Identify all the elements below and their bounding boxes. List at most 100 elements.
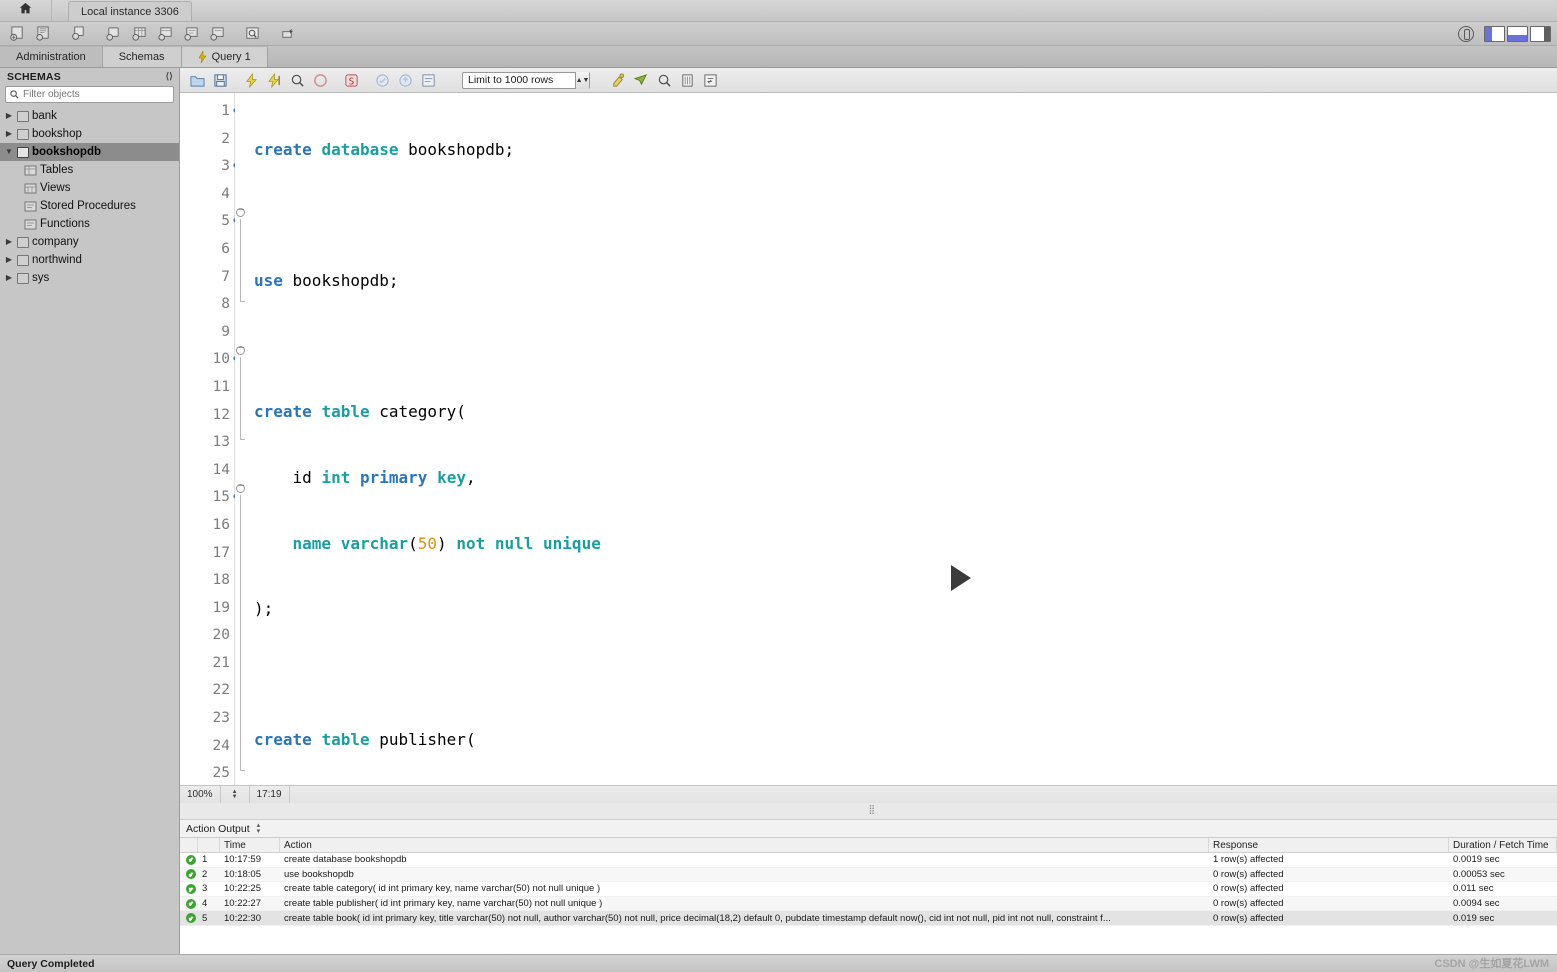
rollback-icon[interactable] <box>394 70 416 91</box>
svg-text:S: S <box>348 76 354 87</box>
toggle-sidebar-icon[interactable] <box>1484 26 1505 42</box>
toggle-invisible-chars-icon[interactable] <box>676 70 698 91</box>
new-function-icon[interactable] <box>204 23 230 45</box>
new-schema-icon[interactable] <box>100 23 126 45</box>
column-duration[interactable]: Duration / Fetch Time <box>1449 838 1557 852</box>
schema-filter-input[interactable] <box>23 89 169 100</box>
collapse-icon[interactable]: ⟨⟩ <box>166 71 173 82</box>
table-row[interactable]: 4 10:22:27 create table publisher( id in… <box>180 896 1557 912</box>
code-folding-column[interactable] <box>235 93 249 785</box>
commit-icon[interactable] <box>371 70 393 91</box>
stop-icon[interactable] <box>309 70 331 91</box>
tab-query-1[interactable]: Query 1 <box>181 46 268 67</box>
database-icon <box>17 110 29 122</box>
new-query-tab-icon[interactable] <box>65 23 91 45</box>
toggle-output-icon[interactable] <box>1507 26 1528 42</box>
sidebar-item-company[interactable]: ▶ company <box>0 233 179 251</box>
new-view-icon[interactable] <box>152 23 178 45</box>
success-icon <box>186 898 196 909</box>
toggle-stop-on-error-icon[interactable]: S <box>340 70 362 91</box>
execute-icon[interactable] <box>240 70 262 91</box>
sidebar-item-tables[interactable]: Tables <box>0 161 179 179</box>
database-icon <box>17 146 29 158</box>
column-response[interactable]: Response <box>1209 838 1449 852</box>
new-table-icon[interactable] <box>126 23 152 45</box>
workspace-tab-bar: Administration Schemas Query 1 <box>0 46 1557 68</box>
schema-filter-box[interactable] <box>5 86 174 103</box>
column-action[interactable]: Action <box>280 838 1209 852</box>
sidebar-item-bank[interactable]: ▶ bank <box>0 107 179 125</box>
row-duration: 0.00053 sec <box>1453 868 1505 880</box>
home-button[interactable] <box>0 0 52 21</box>
tab-administration[interactable]: Administration <box>0 46 103 67</box>
wrap-lines-icon[interactable] <box>699 70 721 91</box>
row-index: 2 <box>202 868 208 880</box>
procedures-icon <box>24 201 37 212</box>
chevron-down-icon[interactable]: ▲▼ <box>575 71 589 89</box>
sidebar-item-functions[interactable]: Functions <box>0 215 179 233</box>
sidebar-item-label: bank <box>32 110 57 122</box>
search-icon[interactable] <box>653 70 675 91</box>
code-line-8: ); <box>254 599 274 619</box>
row-response: 0 row(s) affected <box>1213 868 1284 880</box>
new-procedure-icon[interactable] <box>178 23 204 45</box>
find-icon[interactable] <box>630 70 652 91</box>
fold-toggle-icon[interactable] <box>236 204 245 217</box>
chevron-down-icon[interactable]: ▼ <box>4 143 14 161</box>
chevron-updown-icon[interactable]: ▴ ▾ <box>257 822 261 835</box>
chevron-right-icon[interactable]: ▶ <box>4 251 14 269</box>
execute-current-icon[interactable] <box>263 70 285 91</box>
chevron-right-icon[interactable]: ▶ <box>4 233 14 251</box>
line-number: 2 <box>221 130 230 147</box>
toggle-secondary-sidebar-icon[interactable] <box>1530 26 1551 42</box>
sidebar-item-bookshopdb[interactable]: ▼ bookshopdb <box>0 143 179 161</box>
row-action: create database bookshopdb <box>284 854 407 866</box>
row-time: 10:22:27 <box>224 898 261 910</box>
help-icon[interactable] <box>1458 26 1474 42</box>
sidebar-item-bookshop[interactable]: ▶ bookshop <box>0 125 179 143</box>
beautify-sql-icon[interactable] <box>607 70 629 91</box>
sidebar-item-label: northwind <box>32 254 82 266</box>
query-toolbar: S Limit to 1000 rows ▲▼ <box>180 68 1557 93</box>
database-icon <box>17 236 29 248</box>
table-row[interactable]: 2 10:18:05 use bookshopdb 0 row(s) affec… <box>180 867 1557 883</box>
table-row[interactable]: 5 10:22:30 create table book( id int pri… <box>180 911 1557 926</box>
row-duration: 0.019 sec <box>1453 912 1495 924</box>
limit-rows-select[interactable]: Limit to 1000 rows ▲▼ <box>462 71 590 89</box>
reconnect-server-icon[interactable] <box>274 23 300 45</box>
explain-icon[interactable] <box>286 70 308 91</box>
sidebar-item-views[interactable]: Views <box>0 179 179 197</box>
row-response: 0 row(s) affected <box>1213 912 1284 924</box>
column-time[interactable]: Time <box>220 838 280 852</box>
sidebar-item-stored-procedures[interactable]: Stored Procedures <box>0 197 179 215</box>
line-number: 9 <box>221 323 230 340</box>
sidebar-item-northwind[interactable]: ▶ northwind <box>0 251 179 269</box>
editor-zoom[interactable]: 100% <box>180 785 221 804</box>
code-lines[interactable]: create database bookshopdb; use bookshop… <box>249 93 1557 785</box>
table-row[interactable]: 3 10:22:25 create table category( id int… <box>180 882 1557 897</box>
open-sql-script-icon[interactable] <box>30 23 56 45</box>
search-table-data-icon[interactable] <box>239 23 265 45</box>
tab-schemas[interactable]: Schemas <box>102 46 182 67</box>
line-number: 14 <box>212 461 230 478</box>
chevron-right-icon[interactable]: ▶ <box>4 269 14 287</box>
chevron-right-icon[interactable]: ▶ <box>4 125 14 143</box>
open-script-icon[interactable] <box>186 70 208 91</box>
sidebar-item-sys[interactable]: ▶ sys <box>0 269 179 287</box>
fold-toggle-icon[interactable] <box>236 480 245 493</box>
table-row[interactable]: 1 10:17:59 create database bookshopdb 1 … <box>180 853 1557 868</box>
chevron-right-icon[interactable]: ▶ <box>4 107 14 125</box>
panel-splitter[interactable]: ⣿ <box>180 803 1557 820</box>
line-number: 16 <box>212 516 230 533</box>
splitter-grip[interactable]: ⣿ <box>869 805 876 814</box>
new-connection-icon[interactable] <box>4 23 30 45</box>
line-number: 22 <box>212 682 230 699</box>
fold-toggle-icon[interactable] <box>236 342 245 355</box>
autocommit-icon[interactable] <box>417 70 439 91</box>
save-script-icon[interactable] <box>209 70 231 91</box>
row-action: create table book( id int primary key, t… <box>284 912 1111 924</box>
instance-tab[interactable]: Local instance 3306 <box>68 1 192 21</box>
stepper-icon[interactable]: ▲ ▼ <box>221 785 250 804</box>
database-icon <box>17 128 29 140</box>
sql-code-editor[interactable]: 1• 2 3• 4 5• 6 7 8 9 10• 11 12 13 14 15•… <box>180 93 1557 785</box>
